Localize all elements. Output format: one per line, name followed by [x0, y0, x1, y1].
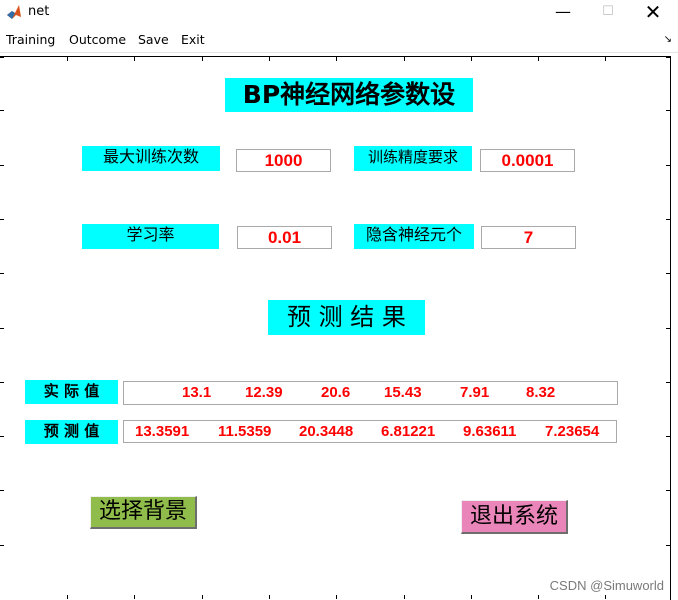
predicted-value: 11.5359	[218, 423, 272, 440]
axis-tick	[0, 219, 4, 220]
axis-tick	[471, 595, 472, 599]
axis-tick	[666, 436, 670, 437]
predicted-value: 7.23654	[545, 423, 600, 440]
axis-tick	[269, 595, 270, 599]
minimize-icon[interactable]: —	[540, 0, 586, 26]
axis-tick	[605, 595, 606, 599]
watermark: CSDN @Simuworld	[549, 578, 664, 593]
axis-tick	[404, 57, 405, 61]
max-epochs-field[interactable]: 1000	[236, 149, 331, 172]
learning-rate-label: 学习率	[82, 224, 219, 249]
predicted-value: 13.3591	[135, 423, 190, 440]
axis-tick	[538, 57, 539, 61]
axis-tick	[0, 545, 4, 546]
axis-tick	[269, 57, 270, 61]
axis-tick	[202, 595, 203, 599]
axis-tick	[0, 57, 4, 58]
goal-field[interactable]: 0.0001	[480, 149, 575, 172]
predicted-values-label: 预 测 值	[25, 420, 118, 444]
goal-label: 训练精度要求	[354, 146, 472, 171]
actual-values-field[interactable]: 13.1 12.39 20.6 15.43 7.91 8.32	[123, 381, 618, 405]
max-epochs-label: 最大训练次数	[82, 146, 220, 171]
axis-tick	[0, 436, 4, 437]
axis-tick	[0, 273, 4, 274]
menu-training[interactable]: Training	[6, 32, 55, 47]
axis-tick	[666, 165, 670, 166]
actual-values-label: 实 际 值	[25, 380, 118, 404]
axis-tick	[538, 595, 539, 599]
maximize-icon[interactable]: ☐	[585, 0, 631, 26]
menu-exit[interactable]: Exit	[181, 32, 205, 47]
axis-tick	[666, 382, 670, 383]
menu-bar: Training Outcome Save Exit ↘	[0, 28, 678, 53]
axis-tick	[134, 57, 135, 61]
axis-tick	[67, 595, 68, 599]
menu-arrow-icon[interactable]: ↘	[664, 34, 672, 45]
predicted-value: 9.63611	[463, 423, 517, 440]
results-heading: 预 测 结 果	[268, 300, 425, 335]
axis-tick	[666, 110, 670, 111]
actual-value: 20.6	[321, 384, 351, 401]
actual-value: 13.1	[182, 384, 212, 401]
actual-value: 7.91	[460, 384, 490, 401]
exit-system-button[interactable]: 退出系统	[461, 500, 568, 534]
axis-tick	[0, 328, 4, 329]
actual-value: 15.43	[384, 384, 422, 401]
axis-tick	[605, 57, 606, 61]
close-icon[interactable]: ✕	[630, 0, 676, 26]
axis-tick	[0, 382, 4, 383]
axis-tick	[336, 595, 337, 599]
axis-tick	[404, 595, 405, 599]
axis-tick	[666, 273, 670, 274]
predicted-value: 6.81221	[381, 423, 436, 440]
hidden-neurons-field[interactable]: 7	[481, 226, 576, 249]
params-heading: BP神经网络参数设	[225, 78, 473, 112]
menu-save[interactable]: Save	[138, 32, 169, 47]
predicted-values-field[interactable]: 13.3591 11.5359 20.3448 6.81221 9.63611 7.236…	[123, 420, 617, 443]
axis-tick	[471, 57, 472, 61]
window-title: net	[28, 4, 50, 19]
axis-tick	[666, 57, 670, 58]
menu-outcome[interactable]: Outcome	[69, 32, 126, 47]
axis-tick	[336, 57, 337, 61]
learning-rate-field[interactable]: 0.01	[237, 226, 332, 249]
axis-tick	[666, 328, 670, 329]
axis-tick	[0, 165, 4, 166]
predicted-value: 20.3448	[299, 423, 354, 440]
actual-value: 12.39	[245, 384, 283, 401]
axis-tick	[0, 110, 4, 111]
hidden-neurons-label: 隐含神经元个	[354, 224, 474, 249]
axis-tick	[666, 219, 670, 220]
actual-value: 8.32	[526, 384, 556, 401]
axis-tick	[666, 545, 670, 546]
title-bar: net — ☐ ✕	[0, 0, 678, 26]
axis-tick	[134, 595, 135, 599]
axis-tick	[202, 57, 203, 61]
axis-tick	[67, 57, 68, 61]
axis-tick	[666, 490, 670, 491]
axis-tick	[0, 490, 4, 491]
matlab-icon	[7, 5, 21, 19]
select-background-button[interactable]: 选择背景	[90, 496, 197, 529]
